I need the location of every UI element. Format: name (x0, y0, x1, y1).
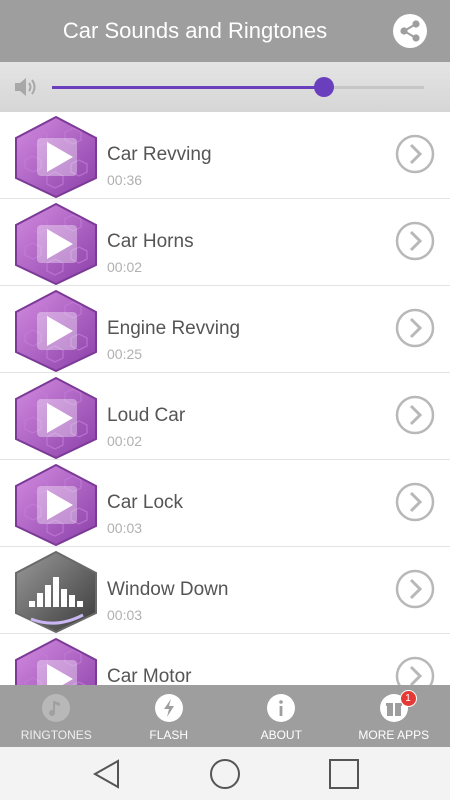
sound-name: Car Lock (107, 492, 184, 513)
sound-list-item[interactable]: Car Revving 00:36 (0, 112, 450, 199)
app-header: Car Sounds and Ringtones (0, 0, 450, 62)
sound-list-item[interactable]: Loud Car 00:02 (0, 373, 450, 460)
chevron-right-icon[interactable] (395, 656, 435, 685)
chevron-right-icon[interactable] (395, 569, 435, 609)
volume-fill (52, 86, 324, 89)
nav-label: MORE APPS (358, 728, 430, 742)
sound-list: Car Revving 00:36 Car Horns 00:02 Engine Rev… (0, 112, 450, 685)
recent-apps-icon[interactable] (327, 757, 361, 791)
chevron-right-icon[interactable] (395, 395, 435, 435)
sound-list-item[interactable]: Engine Revving 00:25 (0, 286, 450, 373)
app-title: Car Sounds and Ringtones (62, 18, 328, 43)
sound-name: Window Down (107, 579, 229, 600)
sound-name: Car Horns (107, 231, 194, 252)
nav-flash[interactable]: FLASH (113, 685, 226, 747)
share-button[interactable] (393, 14, 427, 48)
sound-name: Loud Car (107, 405, 186, 426)
nav-label: FLASH (149, 728, 189, 742)
volume-slider[interactable] (52, 77, 424, 97)
nav-about[interactable]: ABOUT (225, 685, 338, 747)
play-hexagon-icon[interactable] (11, 201, 101, 285)
sound-list-item[interactable]: Car Motor (0, 634, 450, 685)
nav-label: RINGTONES (20, 728, 92, 742)
info-icon (267, 694, 296, 722)
chevron-right-icon[interactable] (395, 221, 435, 261)
sound-name: Car Motor (107, 666, 192, 685)
speaker-icon[interactable] (13, 75, 39, 99)
nav-more-apps[interactable]: 1 MORE APPS (338, 685, 450, 747)
play-hexagon-icon[interactable] (11, 288, 101, 372)
play-hexagon-icon[interactable] (11, 636, 101, 685)
sound-duration: 00:36 (107, 172, 143, 188)
play-hexagon-icon[interactable] (11, 462, 101, 546)
play-hexagon-icon[interactable] (11, 375, 101, 459)
share-icon (400, 20, 420, 42)
sound-list-item[interactable]: Window Down 00:03 (0, 547, 450, 634)
equalizer-hexagon-icon[interactable] (11, 549, 101, 633)
volume-bar (0, 62, 450, 112)
sound-duration: 00:02 (107, 259, 143, 275)
chevron-right-icon[interactable] (395, 308, 435, 348)
nav-ringtones[interactable]: RINGTONES (0, 685, 113, 747)
chevron-right-icon[interactable] (395, 482, 435, 522)
back-icon[interactable] (90, 757, 124, 791)
sound-name: Car Revving (107, 144, 212, 165)
play-hexagon-icon[interactable] (11, 114, 101, 198)
volume-thumb[interactable] (313, 77, 334, 97)
lightning-icon (154, 694, 183, 722)
chevron-right-icon[interactable] (395, 134, 435, 174)
sound-duration: 00:03 (107, 520, 143, 536)
notification-badge: 1 (399, 690, 417, 707)
sound-name: Engine Revving (107, 318, 241, 339)
system-nav-bar (0, 747, 450, 800)
bottom-nav: RINGTONES FLASH ABOUT 1 MORE APPS (0, 685, 450, 747)
sound-list-item[interactable]: Car Lock 00:03 (0, 460, 450, 547)
nav-label: ABOUT (260, 728, 302, 742)
music-note-icon (42, 694, 71, 722)
sound-duration: 00:25 (107, 346, 143, 362)
sound-list-item[interactable]: Car Horns 00:02 (0, 199, 450, 286)
sound-duration: 00:03 (107, 607, 143, 623)
sound-duration: 00:02 (107, 433, 143, 449)
home-icon[interactable] (208, 757, 242, 791)
